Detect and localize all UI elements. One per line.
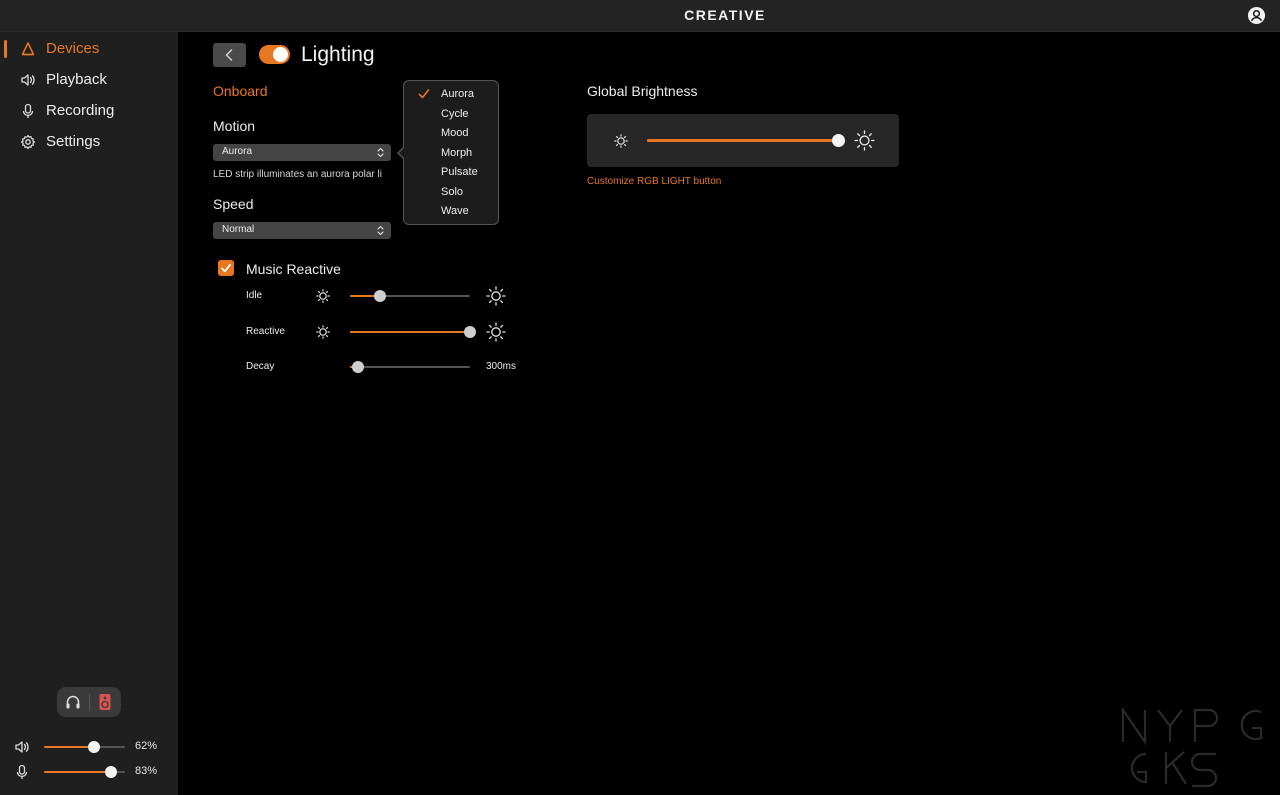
decay-label: Decay — [246, 361, 275, 372]
title-bar: CREATIVE — [0, 0, 1280, 32]
mic-volume-row: 83% — [0, 764, 178, 780]
motion-dropdown-menu: Aurora Cycle Mood Morph Pulsate Solo Wav… — [397, 80, 499, 225]
motion-select[interactable]: Aurora — [213, 144, 391, 161]
mic-volume-value: 83% — [135, 765, 158, 777]
idle-slider-row: Idle — [0, 286, 600, 306]
menu-item-label: Cycle — [441, 107, 469, 120]
speaker-volume-value: 62% — [135, 740, 158, 752]
watermark-logo — [1121, 706, 1263, 788]
decay-value: 300ms — [486, 361, 517, 372]
checkmark-icon — [418, 89, 430, 99]
brightness-high-icon — [854, 130, 875, 151]
slider-fill — [44, 771, 112, 773]
decay-slider[interactable] — [350, 361, 470, 373]
idle-label: Idle — [246, 290, 263, 301]
slider-knob[interactable] — [374, 290, 386, 302]
speed-select-value: Normal — [222, 224, 255, 235]
slider-knob[interactable] — [464, 326, 476, 338]
brightness-low-icon — [316, 289, 330, 303]
speaker-volume-row: 62% — [0, 739, 178, 755]
lighting-toggle[interactable] — [259, 45, 290, 64]
slider-fill — [44, 746, 95, 748]
speed-select[interactable]: Normal — [213, 222, 391, 239]
menu-item-label: Morph — [441, 146, 473, 159]
user-circle-icon[interactable] — [1247, 6, 1266, 25]
idle-slider[interactable] — [350, 290, 470, 302]
mic-volume-slider[interactable] — [44, 766, 125, 778]
back-button[interactable] — [213, 43, 246, 67]
menu-item-label: Solo — [441, 185, 464, 198]
reactive-slider[interactable] — [350, 326, 476, 338]
headphones-icon — [66, 695, 80, 709]
slider-knob[interactable] — [832, 134, 845, 147]
global-brightness-slider[interactable] — [647, 134, 845, 147]
microphone-icon — [16, 764, 28, 779]
brightness-low-icon — [316, 325, 330, 339]
toggle-knob — [273, 47, 288, 62]
brightness-high-icon — [486, 286, 506, 306]
motion-label: Motion — [213, 118, 256, 134]
page-title: Lighting — [301, 43, 375, 66]
customize-rgb-link[interactable]: Customize RGB LIGHT button — [587, 176, 721, 187]
slider-fill — [350, 331, 470, 333]
decay-slider-row: Decay 300ms — [0, 357, 600, 377]
brightness-low-icon — [614, 134, 628, 148]
chevron-updown-icon — [377, 147, 384, 158]
sidebar-item-label: Recording — [46, 102, 115, 119]
music-reactive-checkbox[interactable] — [218, 260, 234, 276]
motion-description: LED strip illuminates an aurora polar li — [213, 169, 382, 180]
speaker-icon — [21, 74, 35, 86]
slider-fill — [647, 139, 838, 142]
menu-item-morph[interactable]: Morph — [404, 144, 498, 163]
sidebar-item-playback[interactable]: Playback — [0, 67, 178, 93]
slider-knob[interactable] — [105, 766, 118, 778]
checkmark-icon — [221, 264, 231, 273]
active-indicator — [4, 40, 7, 58]
section-heading-onboard: Onboard — [213, 83, 268, 99]
speaker-volume-icon — [15, 741, 29, 753]
menu-item-label: Aurora — [441, 88, 475, 100]
menu-item-pulsate[interactable]: Pulsate — [404, 163, 498, 182]
sidebar-item-settings[interactable]: Settings — [0, 129, 178, 155]
speaker-output-button[interactable] — [89, 687, 121, 717]
sidebar: Devices Playback Recording Settings 62% … — [0, 32, 178, 795]
menu-item-mood[interactable]: Mood — [404, 124, 498, 143]
speaker-box-icon — [99, 694, 111, 710]
slider-knob[interactable] — [88, 741, 101, 753]
device-triangle-icon — [21, 42, 35, 56]
sidebar-item-devices[interactable]: Devices — [0, 36, 178, 62]
gear-icon — [20, 134, 36, 150]
music-reactive-label: Music Reactive — [246, 261, 341, 277]
slider-knob[interactable] — [352, 361, 365, 373]
microphone-icon — [22, 103, 34, 118]
reactive-label: Reactive — [246, 326, 285, 337]
menu-item-label: Pulsate — [441, 166, 478, 178]
output-device-toggle — [57, 687, 121, 717]
menu-item-wave[interactable]: Wave — [404, 202, 498, 221]
global-brightness-panel — [587, 114, 899, 167]
motion-select-value: Aurora — [222, 146, 253, 157]
menu-item-cycle[interactable]: Cycle — [404, 105, 498, 124]
speed-label: Speed — [213, 196, 254, 212]
sidebar-item-recording[interactable]: Recording — [0, 98, 178, 124]
brand-logo: CREATIVE — [684, 7, 766, 23]
reactive-slider-row: Reactive — [0, 322, 600, 342]
sidebar-item-label: Settings — [46, 133, 101, 150]
menu-item-label: Mood — [441, 127, 469, 139]
menu-item-label: Wave — [441, 205, 469, 217]
sidebar-item-label: Playback — [46, 71, 107, 88]
menu-item-aurora[interactable]: Aurora — [404, 85, 498, 104]
chevron-left-icon — [225, 49, 233, 61]
menu-item-solo[interactable]: Solo — [404, 183, 498, 202]
chevron-updown-icon — [377, 225, 384, 236]
global-brightness-title: Global Brightness — [587, 83, 698, 99]
sidebar-item-label: Devices — [46, 40, 100, 57]
speaker-volume-slider[interactable] — [44, 741, 125, 753]
brightness-high-icon — [486, 322, 506, 342]
headphones-output-button[interactable] — [57, 687, 89, 717]
